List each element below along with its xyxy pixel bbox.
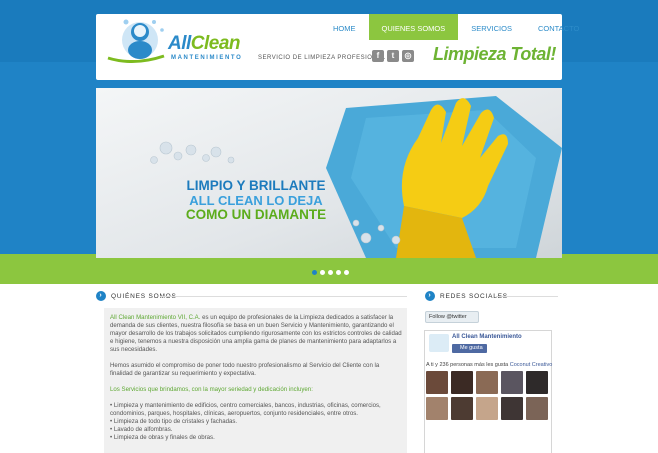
twitter-icon[interactable]: t [387,50,399,62]
avatar[interactable] [426,371,448,394]
instagram-icon[interactable]: ◎ [402,50,414,62]
services-list: Limpieza y mantenimiento de edificios, c… [110,402,402,442]
slider-dot[interactable] [344,270,349,275]
divider [160,296,407,297]
hero-slide[interactable] [96,88,562,258]
fb-like-button[interactable]: Me gusta [452,344,487,353]
avatar[interactable] [451,397,473,420]
about-paragraph-1: All Clean Mantenimiento VII, C.A. es un … [110,314,402,353]
avatar[interactable] [426,397,448,420]
list-item: Lavado de alfombras. [110,426,402,434]
slider-dot[interactable] [320,270,325,275]
header-slogan: Limpieza Total! [433,44,556,64]
glove-cloth-illustration [150,96,562,258]
list-item: Limpieza de obras y finales de obras. [110,434,402,442]
nav-home[interactable]: HOME [320,14,369,40]
brand-wordmark: AllClean [168,33,241,54]
main-nav: HOME QUIENES SOMOS SERVICIOS CONTACTO [320,14,592,40]
nav-contacto[interactable]: CONTACTO [525,14,592,40]
slider-dot[interactable] [336,270,341,275]
services-intro: Los Servicios que brindamos, con la mayo… [110,386,313,393]
brand-subtitle: MANTENIMIENTO [171,55,243,61]
slider-green-band [0,254,658,284]
nav-servicios[interactable]: SERVICIOS [458,14,525,40]
fb-page-name[interactable]: All Clean Mantenimiento [452,334,522,340]
nav-quienes-somos[interactable]: QUIENES SOMOS [368,14,459,40]
slide-headline-1: LIMPIO Y BRILLANTE [186,178,326,193]
about-text: All Clean Mantenimiento VII, C.A. es un … [110,314,402,442]
facebook-icon[interactable]: f [372,50,384,62]
arrow-right-icon: › [96,291,106,301]
slider-dot[interactable] [328,270,333,275]
header-tagline: SERVICIO DE LIMPIEZA PROFESIONAL [258,55,386,61]
fb-friend-link[interactable]: Coconut Creativo [510,362,553,368]
list-item: Limpieza de todo tipo de cristales y fac… [110,418,402,426]
slider-dot[interactable] [312,270,317,275]
slider-pagination [312,270,349,275]
avatar[interactable] [451,371,473,394]
about-paragraph-2: Hemos asumido el compromiso de poner tod… [110,362,380,377]
avatar[interactable] [476,371,498,394]
avatar[interactable] [526,397,548,420]
fb-fans-grid [426,371,552,420]
avatar[interactable] [526,371,548,394]
avatar[interactable] [501,397,523,420]
twitter-follow-button[interactable]: Follow @twitter [425,311,479,323]
fb-like-count: A ti y 236 personas más les gusta Coconu… [426,362,553,368]
slide-headline-2: ALL CLEAN LO DEJA [189,193,323,208]
slide-headline-3: COMO UN DIAMANTE [185,207,327,222]
arrow-right-icon: › [425,291,435,301]
list-item: Limpieza y mantenimiento de edificios, c… [110,402,402,418]
avatar[interactable] [476,397,498,420]
fb-page-avatar[interactable] [429,334,449,352]
divider [496,296,558,297]
header-social-links: f t ◎ [372,50,414,62]
avatar[interactable] [501,371,523,394]
company-name: All Clean Mantenimiento VII, C.A. [110,314,201,321]
